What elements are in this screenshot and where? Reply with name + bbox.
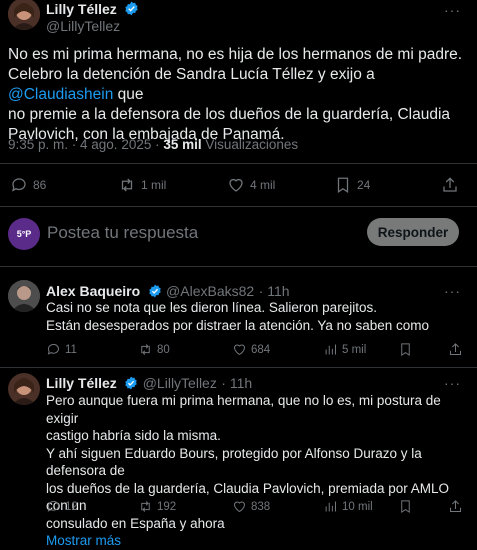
timestamp[interactable]: 9:35 p. m. · 4 ago. 2025 · [8, 137, 163, 152]
share-icon [450, 500, 461, 512]
views-chart-icon [325, 344, 336, 355]
show-more-link[interactable]: Mostrar más [46, 532, 474, 550]
reply-line: castigo habría sido la misma. [46, 428, 221, 443]
reply-time[interactable]: · 11h [259, 283, 290, 299]
reply-icon [47, 501, 59, 512]
retweet-button[interactable]: 192 [138, 499, 176, 514]
reply-icon [12, 178, 26, 192]
divider [0, 206, 477, 207]
retweet-count: 80 [157, 343, 170, 356]
user-avatar-text: 5°P [16, 229, 32, 239]
divider [0, 163, 477, 164]
reply-button[interactable]: 11 [46, 342, 77, 357]
views-count: 35 mil [163, 137, 202, 152]
tweet-text: No es mi prima hermana, no es hija de lo… [8, 45, 473, 145]
retweet-button[interactable]: 80 [138, 342, 170, 357]
bookmark-icon [401, 500, 410, 514]
reply-text: Pero aunque fuera mi prima hermana, que … [46, 392, 474, 550]
verified-badge-icon [124, 1, 139, 21]
user-avatar[interactable]: 5°P [8, 218, 40, 250]
reply-author-name[interactable]: Lilly Téllez [46, 375, 117, 391]
reply-line: Están desesperados por distraer la atenc… [46, 317, 429, 333]
heart-icon [229, 178, 243, 192]
reply-line: Y ahí siguen Eduardo Bours, protegido po… [46, 445, 422, 479]
reply-author-handle[interactable]: @LillyTellez [143, 375, 217, 391]
bookmark-icon [401, 343, 410, 357]
views-label: Visualizaciones [201, 137, 299, 152]
retweet-count: 1 mil [141, 178, 167, 192]
author-avatar[interactable] [8, 0, 40, 30]
divider [0, 266, 477, 267]
tweet-line: no premie a la defensora de los dueños d… [8, 106, 451, 123]
share-button[interactable] [448, 342, 463, 357]
more-options-icon[interactable]: ··· [444, 375, 461, 391]
author-name[interactable]: Lilly Téllez [46, 1, 117, 17]
views-button[interactable]: 10 mil [323, 499, 373, 514]
tweet-line: No es mi prima hermana, no es hija de lo… [8, 46, 463, 63]
retweet-count: 192 [157, 500, 177, 513]
like-count: 684 [251, 343, 271, 356]
author-handle[interactable]: @LillyTellez [46, 18, 120, 34]
views-button[interactable]: 5 mil [323, 342, 366, 357]
tweet-line-segment: Celebro la detención de Sandra Lucía Tél… [8, 66, 375, 83]
reply-line: Casi no se nota que les dieron línea. Sa… [46, 300, 377, 315]
views-count: 5 mil [342, 343, 367, 356]
reply-button[interactable]: 86 [10, 176, 46, 194]
more-options-icon[interactable]: ··· [444, 283, 461, 299]
reply-line: consulado en España y ahora [46, 515, 225, 531]
reply-count: 11 [65, 343, 77, 356]
mention-link[interactable]: @Claudiashein [8, 86, 113, 103]
reply-author-avatar[interactable] [8, 373, 40, 405]
bookmark-count: 24 [357, 178, 371, 192]
like-count: 838 [251, 500, 271, 513]
bookmark-button[interactable] [398, 342, 413, 357]
reply-icon [47, 344, 59, 355]
reply-submit-button[interactable]: Responder [367, 218, 459, 246]
more-options-icon[interactable]: ··· [444, 2, 461, 18]
reply-button[interactable]: 12 [46, 499, 78, 514]
like-button[interactable]: 4 mil [227, 176, 275, 194]
reply-author-handle[interactable]: @AlexBaks82 [166, 283, 254, 299]
views-chart-icon [325, 501, 336, 512]
heart-icon [233, 501, 246, 513]
tweet-line-segment: que [113, 86, 144, 103]
share-icon [443, 177, 457, 192]
tweet-line: Celebro la detención de Sandra Lucía Tél… [8, 65, 473, 105]
bookmark-icon [337, 177, 349, 193]
reply-count: 12 [65, 500, 78, 513]
like-button[interactable]: 684 [232, 342, 270, 357]
retweet-icon [121, 178, 133, 192]
reply-count: 86 [33, 178, 47, 192]
like-count: 4 mil [250, 178, 276, 192]
divider [0, 367, 477, 368]
reply-input[interactable]: Postea tu respuesta [47, 223, 198, 243]
share-button[interactable] [448, 499, 463, 514]
retweet-icon [141, 344, 150, 355]
retweet-button[interactable]: 1 mil [118, 176, 166, 194]
views-count: 10 mil [342, 500, 373, 513]
reply-author-avatar[interactable] [8, 280, 40, 312]
share-icon [450, 343, 461, 355]
heart-icon [233, 344, 246, 356]
like-button[interactable]: 838 [232, 499, 270, 514]
reply-author-name[interactable]: Alex Baqueiro [46, 283, 140, 299]
bookmark-button[interactable]: 24 [334, 176, 370, 194]
reply-text: Casi no se nota que les dieron línea. Sa… [46, 299, 471, 334]
reply-time[interactable]: · 11h [221, 375, 252, 391]
reply-line: Pero aunque fuera mi prima hermana, que … [46, 393, 441, 426]
retweet-icon [141, 501, 150, 512]
share-button[interactable] [441, 176, 459, 194]
bookmark-button[interactable] [398, 499, 413, 514]
tweet-meta: 9:35 p. m. · 4 ago. 2025 · 35 mil Visual… [8, 137, 298, 152]
